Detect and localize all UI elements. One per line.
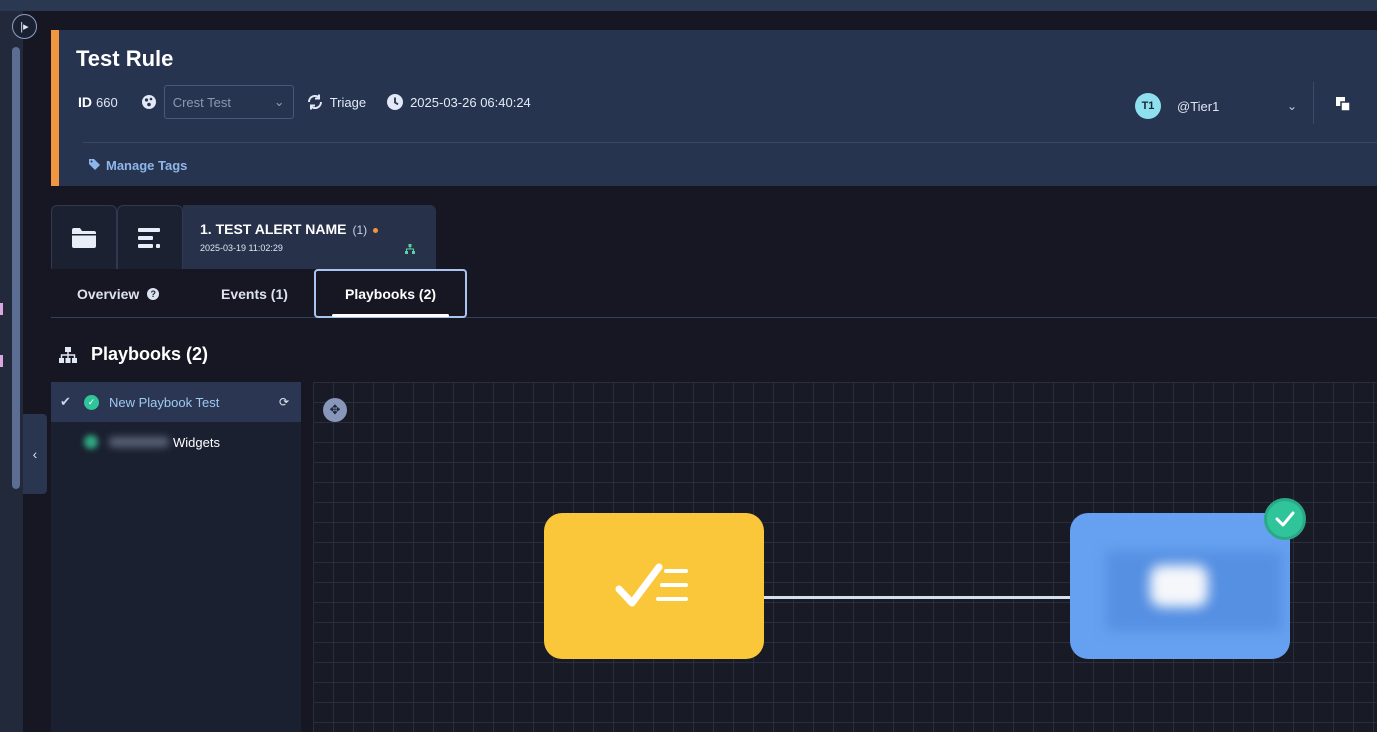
status-label[interactable]: Triage — [330, 95, 366, 110]
organization-select-value: Crest Test — [172, 94, 231, 110]
check-icon: ✔ — [60, 394, 71, 409]
list-icon — [138, 227, 160, 248]
tab-playbooks[interactable]: Playbooks (2) — [314, 269, 467, 318]
alert-title-text: 1. TEST ALERT NAME — [200, 221, 347, 237]
assignee-dropdown[interactable]: T1 @Tier1 ⌄ — [1135, 92, 1297, 120]
page-title: Test Rule — [76, 46, 174, 71]
organization-icon — [140, 93, 158, 111]
top-strip — [0, 0, 1377, 11]
status-icon — [84, 435, 98, 449]
tab-events[interactable]: Events (1) — [221, 269, 288, 318]
folder-tab[interactable] — [51, 205, 117, 269]
tab-overview[interactable]: Overview ? — [77, 269, 160, 318]
checklist-icon — [615, 563, 688, 607]
rail-marker — [0, 303, 3, 315]
list-item[interactable]: ✔ ✓ New Playbook Test ⟳ — [51, 382, 301, 422]
success-icon: ✓ — [84, 394, 99, 410]
tab-events-label: Events (1) — [221, 285, 288, 302]
case-header: Test Rule ID 660 Crest Test ⌄ Triage 202… — [51, 30, 1377, 186]
alert-tab[interactable]: 1. TEST ALERT NAME (1) 2025-03-19 11:02:2… — [183, 205, 436, 269]
organization-select[interactable]: Crest Test ⌄ — [163, 85, 294, 119]
chevron-down-icon: ⌄ — [273, 94, 285, 109]
section-tabs: Overview ? Events (1) Playbooks (2) — [51, 269, 1377, 318]
copy-icon[interactable] — [1335, 96, 1351, 117]
playbook-list: ✔ ✓ New Playbook Test ⟳ Widgets — [51, 382, 301, 732]
list-item[interactable]: Widgets — [51, 422, 301, 462]
collapse-panel-button[interactable]: ‹ — [23, 414, 47, 494]
playbooks-heading-text: Playbooks (2) — [91, 344, 209, 364]
tag-icon — [89, 158, 100, 173]
alert-count: (1) — [352, 223, 368, 237]
redacted-text — [109, 437, 169, 447]
id-value: 660 — [96, 94, 118, 110]
tab-overview-label: Overview — [77, 285, 140, 302]
manage-tags-link[interactable]: Manage Tags — [89, 158, 187, 173]
folder-icon — [72, 227, 96, 248]
playbooks-heading: Playbooks (2) — [59, 344, 208, 365]
avatar: T1 — [1135, 93, 1161, 119]
alert-title: 1. TEST ALERT NAME (1) — [200, 221, 379, 237]
refresh-icon[interactable]: ⟳ — [279, 395, 289, 409]
task-node[interactable] — [544, 513, 764, 659]
playbook-tree-icon — [405, 241, 415, 259]
meta-row: ID 660 Crest Test ⌄ Triage 2025-03-26 06… — [78, 85, 531, 119]
integration-node[interactable] — [1070, 513, 1290, 659]
success-icon — [1264, 498, 1306, 540]
help-icon[interactable]: ? — [147, 287, 160, 300]
divider — [1313, 82, 1314, 124]
rail-marker — [0, 355, 3, 367]
playbook-canvas[interactable]: ✥ — [313, 382, 1377, 732]
rail-scrollbar[interactable] — [12, 47, 20, 489]
id-label: ID — [78, 94, 92, 110]
playbook-name: Widgets — [173, 434, 220, 450]
left-rail — [0, 11, 23, 732]
move-icon[interactable]: ✥ — [323, 398, 347, 422]
assignee-name: @Tier1 — [1177, 98, 1220, 114]
chevron-left-icon: ‹ — [32, 446, 38, 462]
clock-icon — [386, 93, 404, 111]
playbook-tree-icon — [59, 346, 77, 364]
manage-tags-label: Manage Tags — [106, 158, 188, 173]
timestamp: 2025-03-26 06:40:24 — [410, 94, 531, 110]
list-tab[interactable] — [117, 205, 183, 269]
status-cycle-icon — [306, 93, 324, 111]
status-dot — [373, 227, 379, 233]
sidebar-toggle-icon[interactable]: |▸ — [12, 14, 37, 39]
alert-date: 2025-03-19 11:02:29 — [200, 243, 283, 253]
playbook-name: New Playbook Test — [109, 394, 220, 410]
redacted-image — [1150, 565, 1208, 607]
chevron-down-icon: ⌄ — [1287, 99, 1298, 113]
tab-playbooks-label: Playbooks (2) — [344, 285, 437, 302]
node-connector — [764, 596, 1075, 599]
divider — [83, 142, 1377, 143]
